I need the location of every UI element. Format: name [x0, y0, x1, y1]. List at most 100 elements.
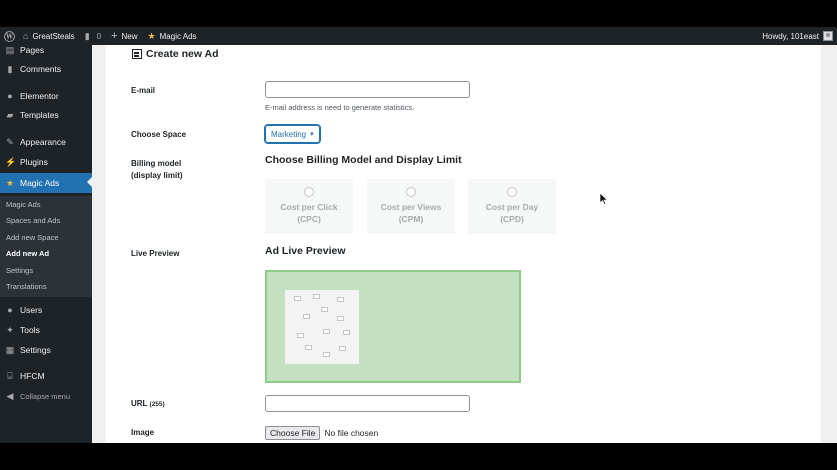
site-name: GreatSteals: [32, 31, 75, 41]
collapse-menu-button[interactable]: ◀ Collapse menu: [0, 387, 92, 405]
tools-icon: ✦: [6, 324, 14, 335]
star-icon: ★: [147, 30, 156, 41]
magic-ads-adminbar-link[interactable]: ★ Magic Ads: [143, 27, 202, 45]
sidebar-item-comments[interactable]: ▮ Comments: [0, 60, 92, 78]
create-ad-panel: Create new Ad E-mail E-mail address is n…: [106, 45, 821, 443]
magic-ads-adminbar-label: Magic Ads: [159, 31, 197, 41]
submenu-item-magic-ads[interactable]: Magic Ads: [6, 199, 41, 211]
letterbox-bottom: [0, 443, 837, 470]
radio-cpm[interactable]: [406, 187, 416, 197]
settings-icon: ▦: [5, 344, 15, 355]
my-account-link[interactable]: Howdy, 101east: [762, 31, 837, 41]
submenu-item-settings[interactable]: Settings: [6, 265, 33, 277]
billing-option-cpd[interactable]: Cost per Day (CPD): [468, 179, 556, 234]
radio-cpc[interactable]: [304, 187, 314, 197]
admin-sidebar: ▤ Pages ▮ Comments ● Elementor ▰ Templat…: [0, 45, 92, 443]
form-icon: [132, 49, 142, 59]
sidebar-item-elementor[interactable]: ● Elementor: [0, 87, 92, 105]
submenu-item-translations[interactable]: Translations: [6, 281, 47, 293]
magic-ads-submenu: Magic Ads Spaces and Ads Add new Space A…: [0, 196, 92, 297]
url-label: URL (255): [131, 398, 165, 411]
home-icon: ⌂: [23, 31, 29, 41]
pages-icon: ▤: [5, 44, 15, 55]
choose-file-button[interactable]: Choose File: [265, 426, 321, 440]
image-placeholder-icon: [297, 333, 304, 338]
sidebar-item-label: Collapse menu: [20, 391, 71, 401]
billing-option-sub: (CPM): [398, 214, 424, 224]
email-help-text: E-mail address is need to generate stati…: [265, 103, 415, 112]
radio-cpd[interactable]: [507, 187, 517, 197]
image-placeholder-icon: [323, 352, 330, 357]
users-icon: ●: [7, 305, 13, 315]
billing-option-sub: (CPD): [500, 214, 524, 224]
url-limit-text: (255): [149, 401, 165, 408]
submenu-item-add-new-space[interactable]: Add new Space: [6, 232, 59, 244]
sidebar-item-users[interactable]: ● Users: [0, 301, 92, 319]
sidebar-item-appearance[interactable]: ✎ Appearance: [0, 133, 92, 151]
elementor-icon: ●: [7, 91, 13, 101]
image-label: Image: [131, 428, 155, 437]
sidebar-item-label: Users: [20, 305, 43, 315]
new-label: New: [121, 31, 138, 41]
sidebar-item-label: Templates: [20, 110, 59, 120]
sidebar-item-magic-ads[interactable]: ★ Magic Ads: [0, 173, 92, 193]
sidebar-item-label: Comments: [20, 64, 62, 74]
letterbox-top: [0, 0, 837, 27]
ad-preview-placeholder: [285, 290, 359, 364]
image-placeholder-icon: [337, 316, 344, 321]
plus-icon: +: [111, 30, 118, 42]
sidebar-item-tools[interactable]: ✦ Tools: [0, 321, 92, 339]
comments-icon: ▮: [7, 63, 13, 74]
ad-preview-area: [265, 270, 521, 383]
image-placeholder-icon: [303, 314, 310, 319]
avatar: [823, 31, 833, 41]
image-placeholder-icon: [305, 345, 312, 350]
sidebar-item-label: Appearance: [20, 137, 66, 147]
admin-bar: W ⌂ GreatSteals ▮ 0 + New ★ Magic Ads Ho…: [0, 27, 837, 45]
image-placeholder-icon: [313, 294, 320, 299]
comments-count: 0: [96, 31, 102, 41]
billing-label-line2: (display limit): [131, 171, 183, 180]
email-label: E-mail: [131, 86, 156, 95]
billing-option-label: Cost per Click: [280, 202, 338, 212]
sidebar-item-settings[interactable]: ▦ Settings: [0, 341, 92, 359]
image-placeholder-icon: [343, 330, 350, 335]
sidebar-item-label: Settings: [20, 345, 51, 355]
plugins-icon: ⚡: [5, 156, 17, 167]
image-placeholder-icon: [323, 329, 330, 334]
sidebar-item-plugins[interactable]: ⚡ Plugins: [0, 153, 92, 171]
billing-model-label: Billing model (display limit): [131, 158, 183, 182]
image-placeholder-icon: [294, 296, 301, 301]
sidebar-item-hfcm[interactable]: ⌸ HFCM: [0, 367, 92, 385]
chevron-down-icon: ▾: [310, 131, 314, 138]
url-label-text: URL: [131, 399, 148, 408]
sidebar-item-label: Elementor: [20, 91, 59, 101]
submenu-item-add-new-ad[interactable]: Add new Ad: [6, 248, 49, 260]
billing-option-label: Cost per Views: [380, 202, 442, 212]
main-content: Create new Ad E-mail E-mail address is n…: [92, 45, 837, 443]
magic-ads-icon: ★: [5, 177, 15, 188]
live-preview-label: Live Preview: [131, 249, 180, 258]
email-field[interactable]: [265, 81, 470, 98]
billing-section-title: Choose Billing Model and Display Limit: [265, 154, 462, 166]
collapse-icon: ◀: [6, 390, 14, 401]
sidebar-item-label: Pages: [20, 45, 45, 55]
billing-option-cpm[interactable]: Cost per Views (CPM): [367, 179, 455, 234]
submenu-item-spaces-and-ads[interactable]: Spaces and Ads: [6, 215, 60, 227]
image-placeholder-icon: [337, 297, 344, 302]
space-select-value: Marketing: [271, 129, 307, 139]
image-file-input[interactable]: Choose File No file chosen: [265, 426, 378, 440]
page-title-text: Create new Ad: [146, 48, 219, 60]
image-placeholder-icon: [321, 307, 328, 312]
no-file-chosen-text: No file chosen: [324, 428, 379, 438]
image-placeholder-icon: [339, 346, 346, 351]
sidebar-item-pages[interactable]: ▤ Pages: [0, 41, 92, 59]
new-content-link[interactable]: + New: [106, 27, 142, 45]
url-field[interactable]: [265, 395, 470, 412]
billing-option-sub: (CPC): [297, 214, 321, 224]
appearance-icon: ✎: [6, 136, 14, 147]
sidebar-item-templates[interactable]: ▰ Templates: [0, 106, 92, 124]
space-select[interactable]: Marketing ▾: [265, 125, 320, 143]
mouse-cursor-icon: [600, 193, 608, 205]
billing-option-cpc[interactable]: Cost per Click (CPC): [265, 179, 353, 234]
